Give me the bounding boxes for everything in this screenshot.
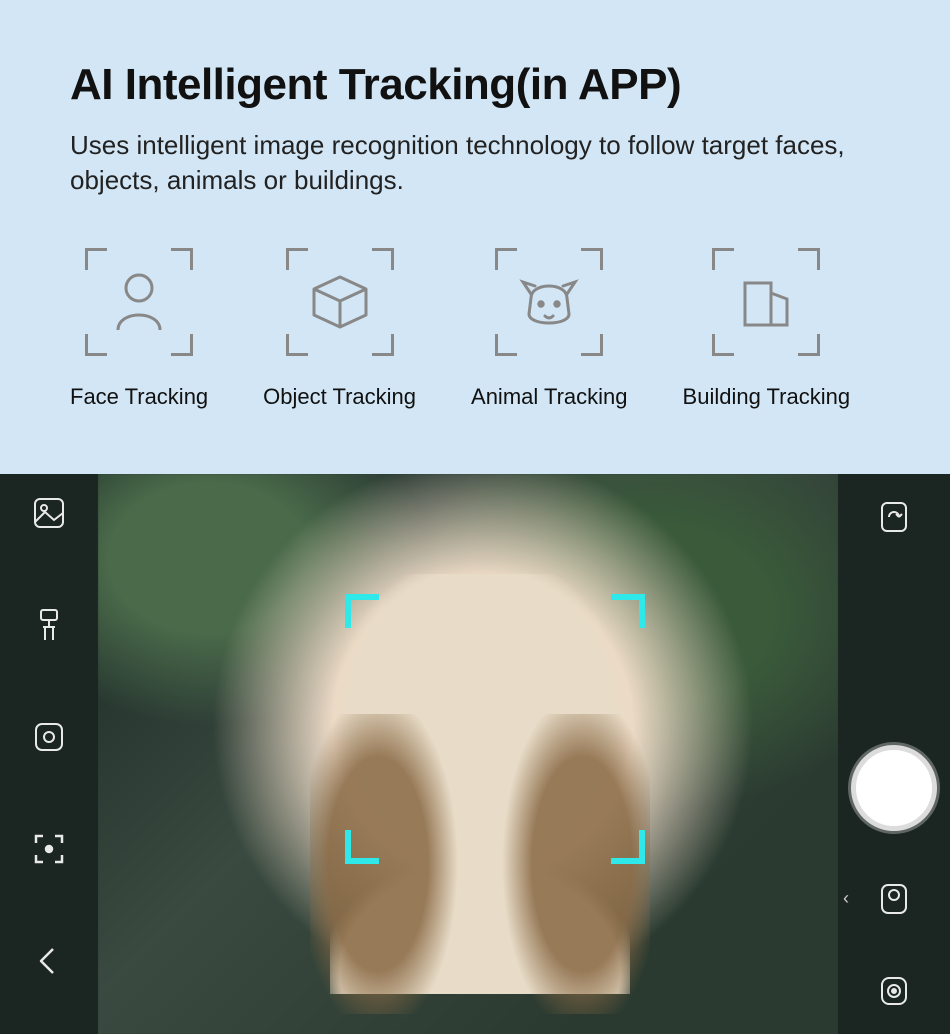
page-description: Uses intelligent image recognition techn…	[70, 128, 850, 198]
camera-app-view: ‹	[0, 474, 950, 1034]
back-icon[interactable]	[28, 940, 70, 982]
feature-row: Face Tracking Object Tracking	[70, 248, 880, 410]
switch-camera-icon[interactable]: ‹	[873, 878, 915, 920]
person-icon	[85, 248, 193, 356]
buildings-icon	[712, 248, 820, 356]
feature-building-tracking: Building Tracking	[683, 248, 851, 410]
feature-label: Animal Tracking	[471, 384, 628, 410]
page-title: AI Intelligent Tracking(in APP)	[70, 60, 880, 110]
lens-icon[interactable]	[28, 716, 70, 758]
gimbal-icon[interactable]	[28, 604, 70, 646]
feature-object-tracking: Object Tracking	[263, 248, 416, 410]
settings-camera-icon[interactable]	[873, 970, 915, 1012]
cube-icon	[286, 248, 394, 356]
feature-label: Building Tracking	[683, 384, 851, 410]
rotate-icon[interactable]	[873, 496, 915, 538]
feature-animal-tracking: Animal Tracking	[471, 248, 628, 410]
gallery-icon[interactable]	[28, 492, 70, 534]
chevron-left-icon[interactable]: ‹	[843, 888, 867, 909]
shutter-button[interactable]	[851, 745, 937, 831]
focus-icon[interactable]	[28, 828, 70, 870]
feature-label: Face Tracking	[70, 384, 208, 410]
feature-face-tracking: Face Tracking	[70, 248, 208, 410]
left-toolbar	[0, 474, 98, 1034]
right-toolbar: ‹	[838, 474, 950, 1034]
feature-label: Object Tracking	[263, 384, 416, 410]
info-panel: AI Intelligent Tracking(in APP) Uses int…	[0, 0, 950, 474]
dog-icon	[495, 248, 603, 356]
tracking-reticle	[345, 594, 645, 864]
